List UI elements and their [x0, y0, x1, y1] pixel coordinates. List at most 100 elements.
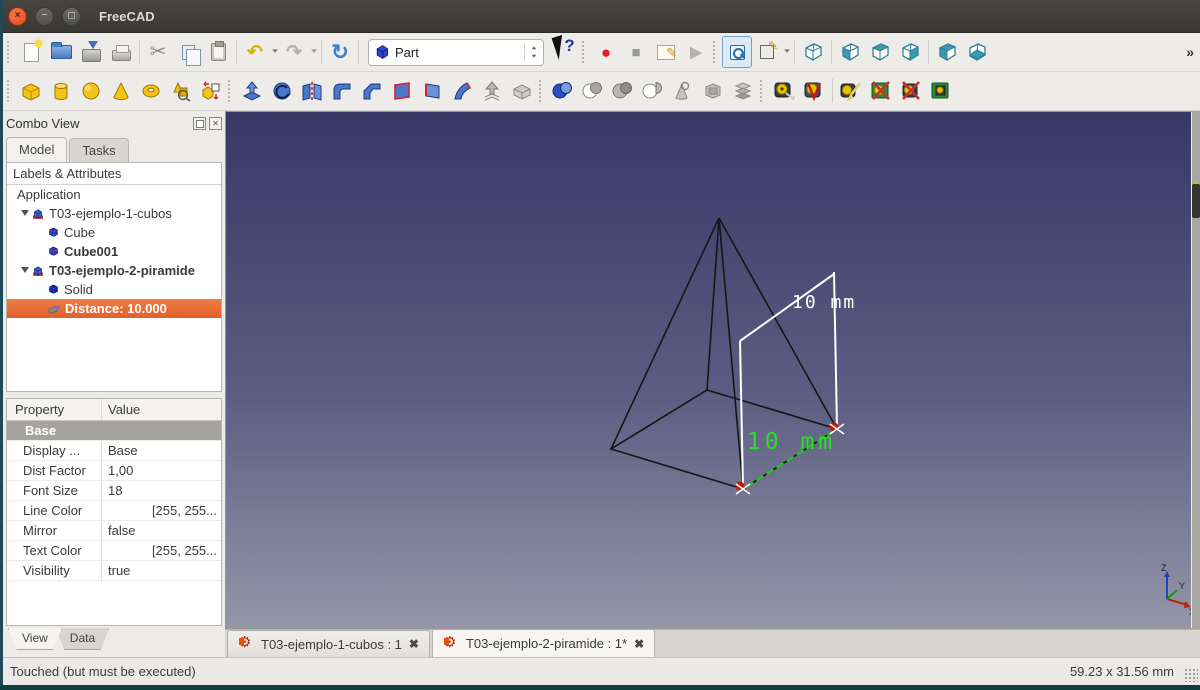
measure-angular-button[interactable]: [799, 75, 829, 107]
macro-record-button[interactable]: ●: [591, 36, 621, 68]
macro-stop-button[interactable]: ■: [621, 36, 651, 68]
property-value[interactable]: Base: [102, 441, 221, 460]
tree-item-distance[interactable]: Distance: 10.000: [7, 299, 221, 318]
loft-button[interactable]: [447, 75, 477, 107]
measure-toggle-button[interactable]: [926, 75, 956, 107]
window-minimize-button[interactable]: −: [35, 7, 54, 26]
property-row-text-color[interactable]: Text Color [255, 255...: [7, 541, 221, 561]
expand-caret-icon[interactable]: [21, 210, 29, 220]
tree-item-cube[interactable]: Cube: [7, 223, 221, 242]
workbench-spinner[interactable]: [524, 43, 538, 61]
resize-grip[interactable]: [1184, 668, 1198, 682]
toolbar-drag-handle[interactable]: [7, 41, 12, 63]
view-bottom-button[interactable]: [962, 36, 992, 68]
paste-button[interactable]: [203, 36, 233, 68]
view-axonometric-button[interactable]: [798, 36, 828, 68]
undo-dropdown[interactable]: [270, 36, 279, 68]
tree-item-application[interactable]: Application: [7, 185, 221, 204]
cut-button[interactable]: ✂: [143, 36, 173, 68]
mirror-button[interactable]: [297, 75, 327, 107]
primitive-sphere-button[interactable]: [76, 75, 106, 107]
property-value[interactable]: false: [102, 521, 221, 540]
expand-caret-icon[interactable]: [21, 267, 29, 277]
fillet-button[interactable]: [327, 75, 357, 107]
view-rear-button[interactable]: [932, 36, 962, 68]
measure-linear-button[interactable]: [769, 75, 799, 107]
whats-this-button[interactable]: ?: [550, 36, 580, 68]
refresh-button[interactable]: ↻: [325, 36, 355, 68]
primitive-torus-button[interactable]: [136, 75, 166, 107]
property-value[interactable]: [255, 255...: [102, 501, 221, 520]
save-document-button[interactable]: [76, 36, 106, 68]
redo-dropdown[interactable]: [309, 36, 318, 68]
property-row-mirror[interactable]: Mirror false: [7, 521, 221, 541]
property-row-dist-factor[interactable]: Dist Factor 1,00: [7, 461, 221, 481]
tree-item-document-cubos[interactable]: T03-ejemplo-1-cubos: [7, 204, 221, 223]
check-geometry-button[interactable]: [668, 75, 698, 107]
panel-float-button[interactable]: [193, 117, 206, 130]
open-document-button[interactable]: [46, 36, 76, 68]
primitive-cylinder-button[interactable]: [46, 75, 76, 107]
macro-edit-button[interactable]: ✎: [651, 36, 681, 68]
cross-sections-button[interactable]: [728, 75, 758, 107]
measure-annotate-button[interactable]: [836, 75, 866, 107]
view-top-button[interactable]: [865, 36, 895, 68]
property-value[interactable]: 18: [102, 481, 221, 500]
undo-button[interactable]: ↶: [240, 36, 270, 68]
print-button[interactable]: [106, 36, 136, 68]
defeaturing-button[interactable]: [698, 75, 728, 107]
view-right-button[interactable]: [895, 36, 925, 68]
toolbar-drag-handle[interactable]: [539, 80, 544, 102]
tab-model[interactable]: Model: [6, 137, 67, 162]
window-maximize-button[interactable]: ◻: [62, 7, 81, 26]
sweep-button[interactable]: [477, 75, 507, 107]
viewport-3d[interactable]: 10 mm 10 mm Z: [225, 111, 1192, 629]
new-document-button[interactable]: [16, 36, 46, 68]
property-row-display[interactable]: Display ... Base: [7, 441, 221, 461]
revolve-button[interactable]: [267, 75, 297, 107]
property-row-font-size[interactable]: Font Size 18: [7, 481, 221, 501]
toolbar-overflow-button[interactable]: »: [1186, 44, 1194, 60]
tab-data[interactable]: Data: [56, 628, 109, 650]
viewport-canvas[interactable]: 10 mm 10 mm Z: [226, 112, 1191, 628]
boolean-section-button[interactable]: [638, 75, 668, 107]
shape-builder-button[interactable]: [196, 75, 226, 107]
scrollbar-thumb[interactable]: [1192, 184, 1200, 218]
extrude-button[interactable]: [237, 75, 267, 107]
toolbar-drag-handle[interactable]: [760, 80, 765, 102]
boolean-cut-button[interactable]: [578, 75, 608, 107]
boolean-common-button[interactable]: [608, 75, 638, 107]
toolbar-drag-handle[interactable]: [228, 80, 233, 102]
tab-view[interactable]: View: [8, 628, 62, 650]
boolean-union-button[interactable]: [548, 75, 578, 107]
toolbar-drag-handle[interactable]: [582, 41, 587, 63]
create-primitives-button[interactable]: [166, 75, 196, 107]
right-scrollbar[interactable]: [1192, 111, 1200, 629]
panel-close-button[interactable]: ✕: [209, 117, 222, 130]
primitive-box-button[interactable]: [16, 75, 46, 107]
tree-item-cube001[interactable]: Cube001: [7, 242, 221, 261]
redo-button[interactable]: ↷: [279, 36, 309, 68]
fit-all-button[interactable]: [722, 36, 752, 68]
toolbar-drag-handle[interactable]: [713, 41, 718, 63]
chamfer-button[interactable]: [357, 75, 387, 107]
view-front-button[interactable]: [835, 36, 865, 68]
window-close-button[interactable]: ×: [8, 7, 27, 26]
document-tab-cubos[interactable]: T03-ejemplo-1-cubos : 1 ✖: [227, 630, 430, 657]
measure-clear-button[interactable]: [896, 75, 926, 107]
draw-style-button[interactable]: ✎: [752, 36, 782, 68]
property-row-line-color[interactable]: Line Color [255, 255...: [7, 501, 221, 521]
tree-item-document-piramide[interactable]: T03-ejemplo-2-piramide: [7, 261, 221, 280]
property-value[interactable]: true: [102, 561, 221, 580]
tab-tasks[interactable]: Tasks: [69, 138, 128, 162]
property-value[interactable]: 1,00: [102, 461, 221, 480]
tree-item-solid[interactable]: Solid: [7, 280, 221, 299]
primitive-cone-button[interactable]: [106, 75, 136, 107]
workbench-selector[interactable]: Part: [368, 39, 544, 66]
tab-close-icon[interactable]: ✖: [409, 637, 419, 651]
property-row-visibility[interactable]: Visibility true: [7, 561, 221, 581]
macro-execute-button[interactable]: ▶: [681, 36, 711, 68]
ruled-surface-button[interactable]: [417, 75, 447, 107]
toolbar-drag-handle[interactable]: [7, 80, 12, 102]
tab-close-icon[interactable]: ✖: [634, 637, 644, 651]
